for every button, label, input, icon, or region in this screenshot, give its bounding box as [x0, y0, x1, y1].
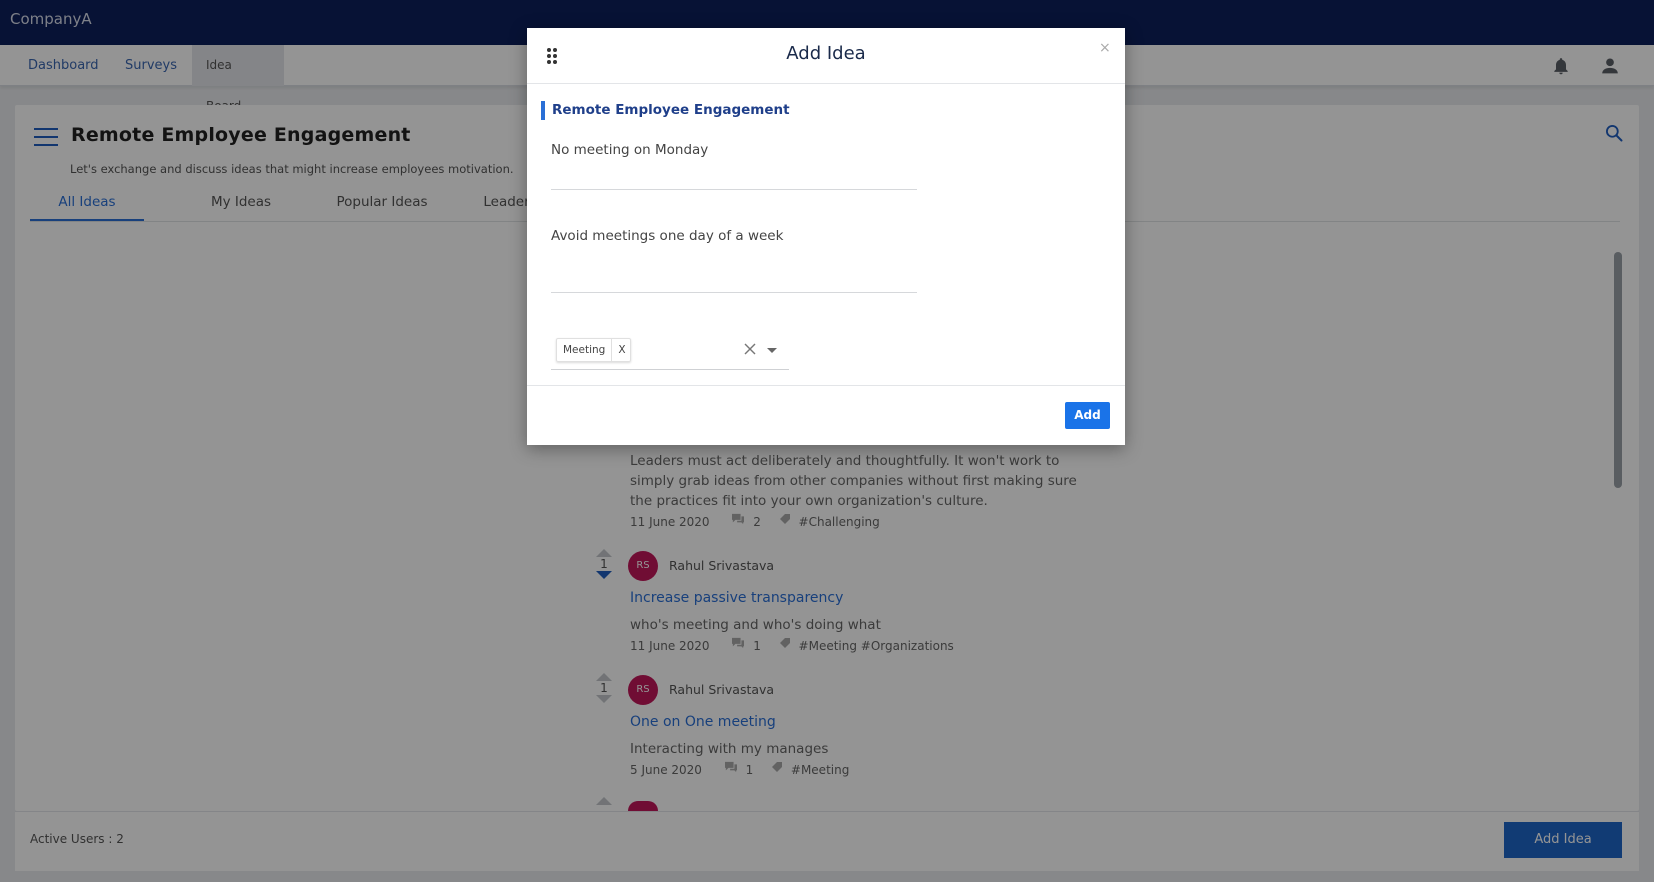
modal-title: Add Idea [786, 43, 866, 64]
clear-icon[interactable] [744, 343, 756, 355]
close-icon[interactable]: × [1099, 41, 1111, 55]
modal-section-title: Remote Employee Engagement [541, 101, 790, 120]
tag-chip: Meeting X [556, 338, 631, 362]
tag-chip-label: Meeting [563, 344, 606, 356]
modal-header: Add Idea × [527, 28, 1125, 84]
idea-description-textarea[interactable]: Avoid meetings one day of a week [551, 200, 917, 293]
modal-footer [527, 385, 1125, 445]
add-button[interactable]: Add [1065, 402, 1110, 429]
idea-title-input[interactable]: No meeting on Monday [551, 140, 917, 190]
tag-chip-remove-button[interactable]: X [611, 339, 626, 361]
tags-select[interactable]: Meeting X [551, 308, 789, 370]
add-idea-modal: Add Idea × Remote Employee Engagement No… [527, 28, 1125, 445]
chevron-down-icon[interactable] [767, 348, 777, 353]
